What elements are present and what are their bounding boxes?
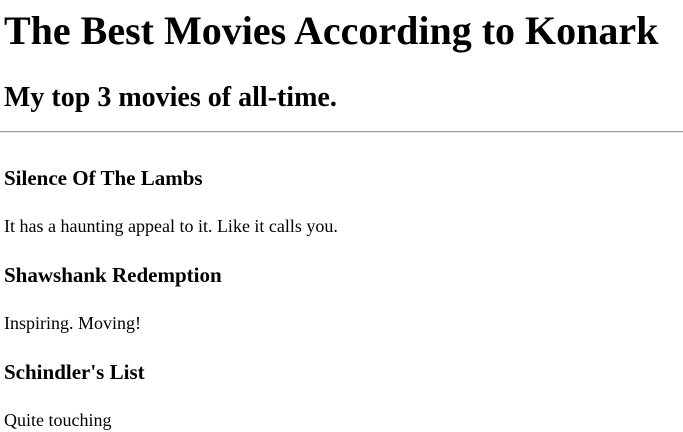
divider bbox=[0, 131, 683, 133]
page-title: The Best Movies According to Konark bbox=[4, 8, 659, 53]
movie-description: Quite touching bbox=[4, 410, 112, 430]
movie-description: It has a haunting appeal to it. Like it … bbox=[4, 216, 338, 236]
movie-title: Schindler's List bbox=[4, 360, 145, 384]
page-subtitle: My top 3 movies of all-time. bbox=[4, 82, 337, 113]
movie-description: Inspiring. Moving! bbox=[4, 313, 141, 333]
movie-title: Shawshank Redemption bbox=[4, 263, 222, 287]
movie-title: Silence Of The Lambs bbox=[4, 166, 203, 190]
